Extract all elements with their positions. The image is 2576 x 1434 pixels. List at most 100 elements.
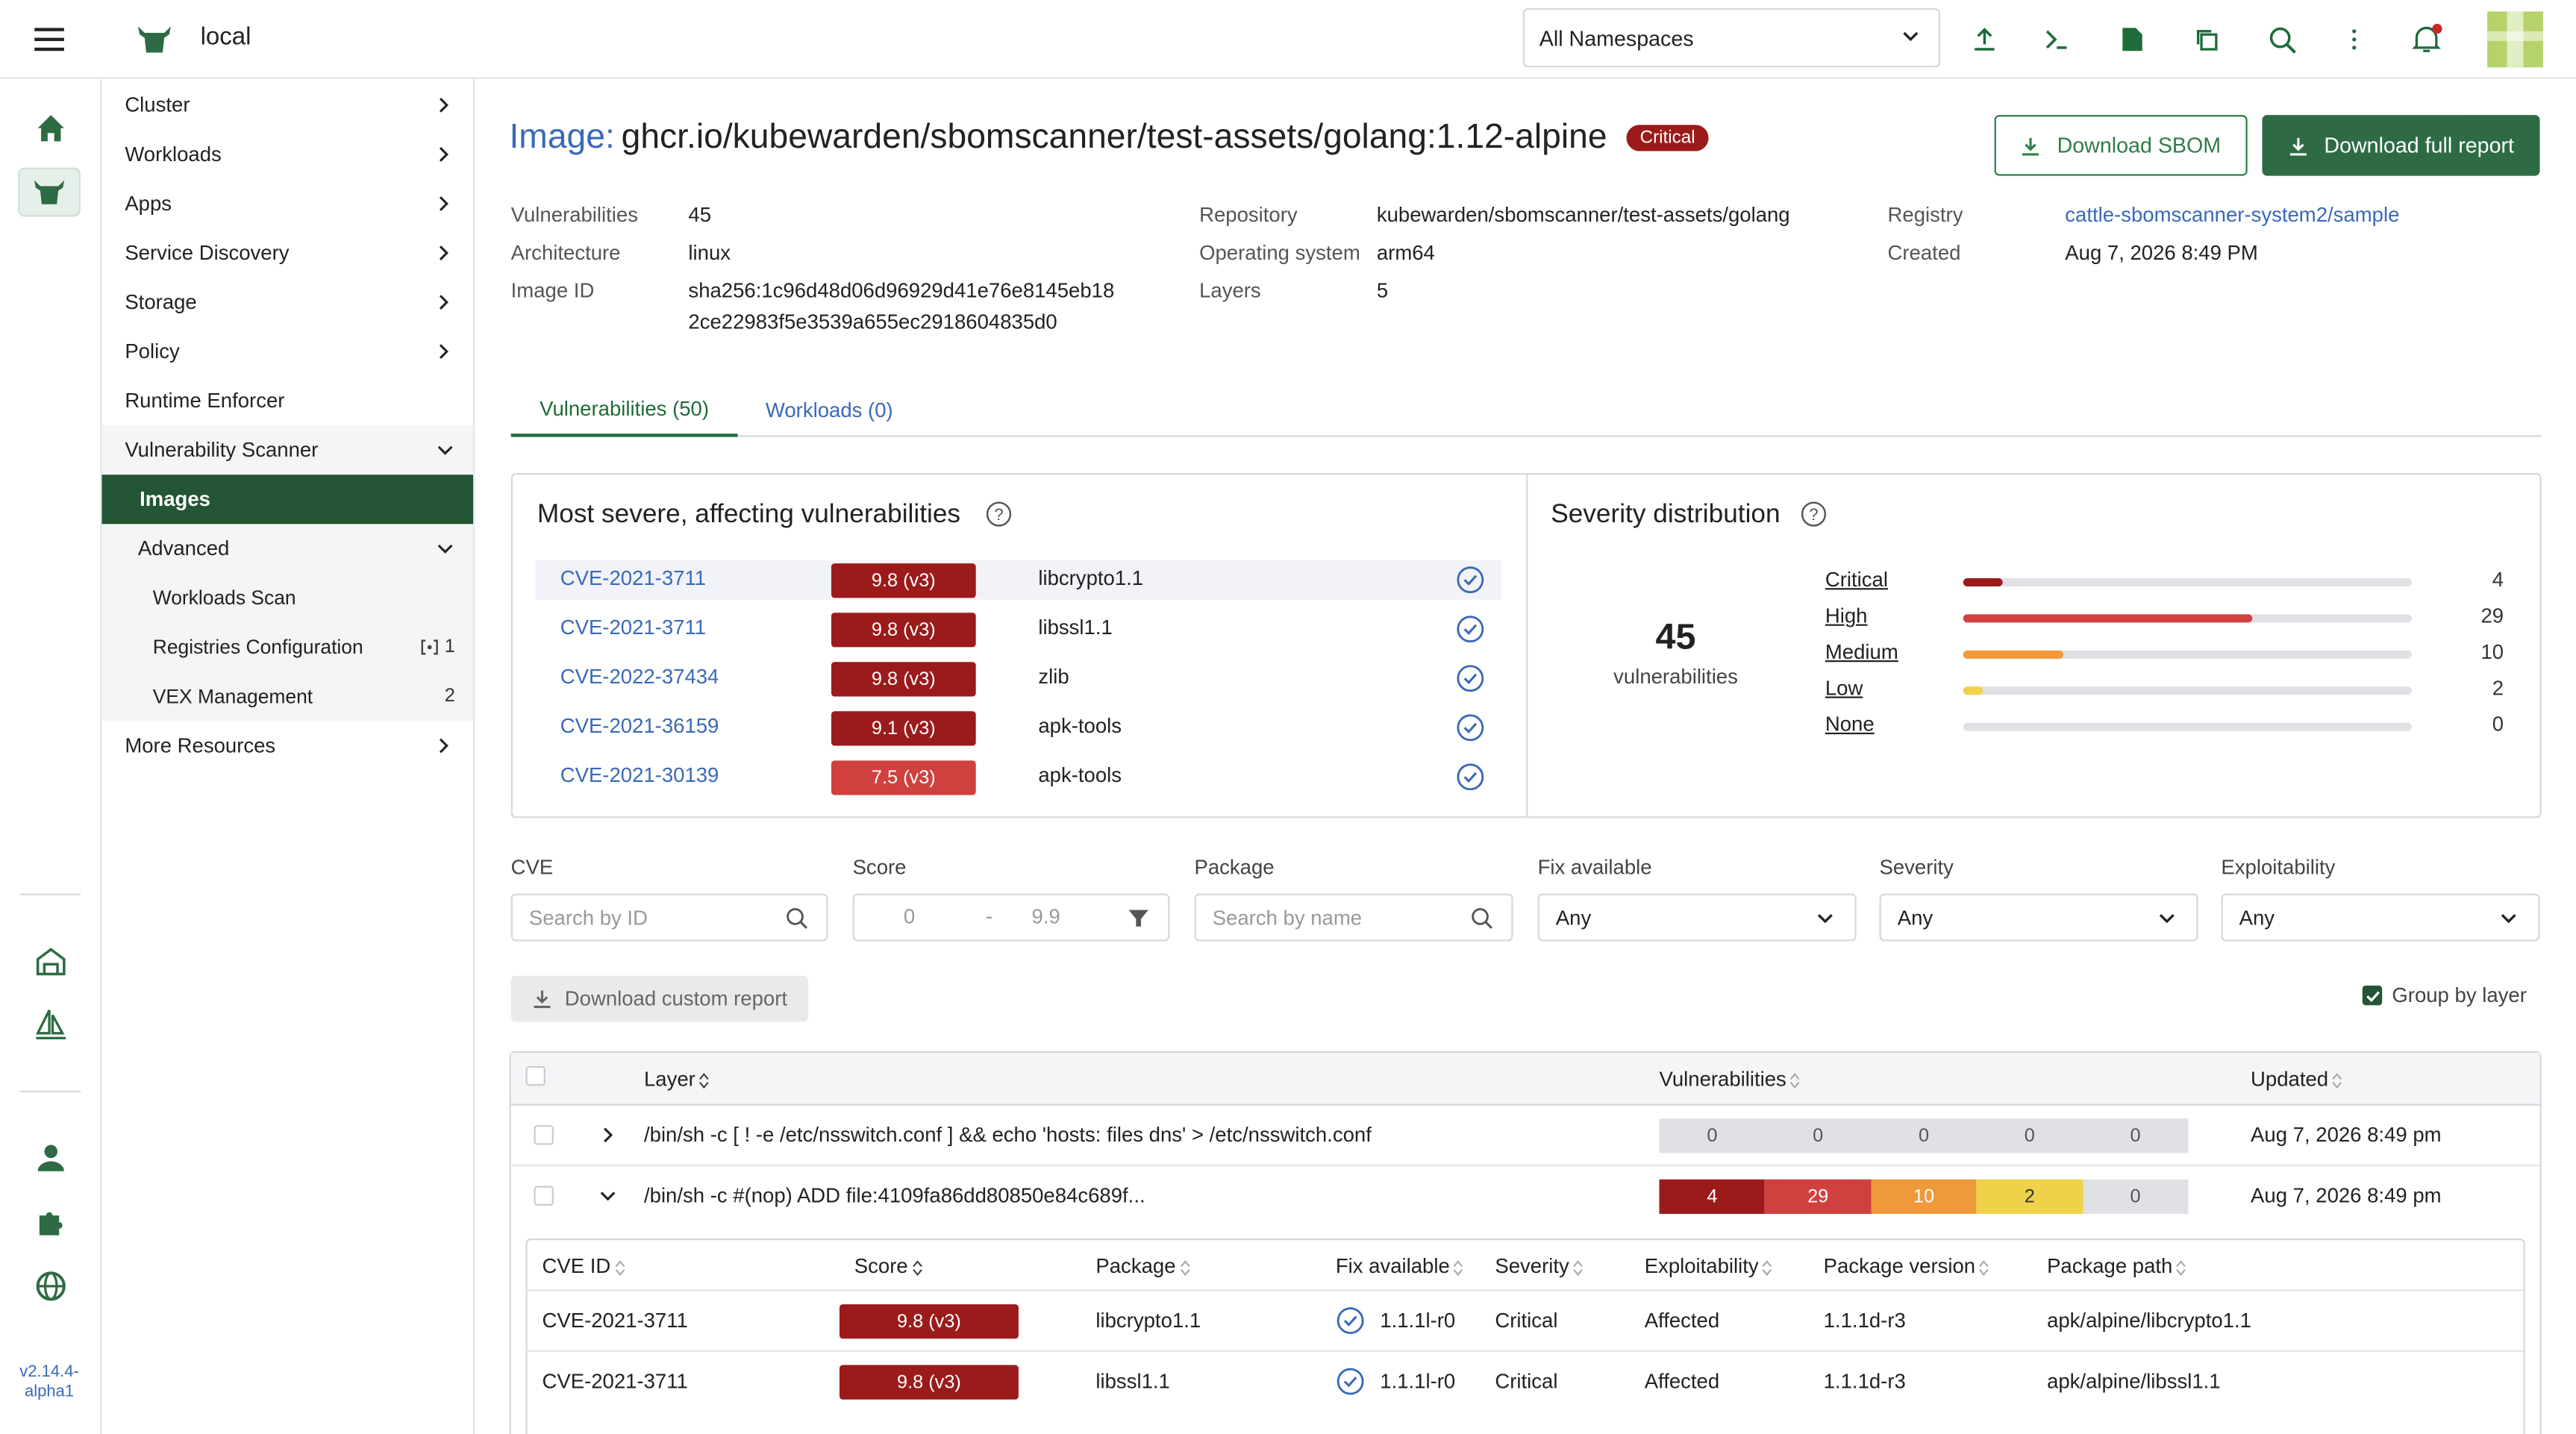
severity-bar	[1963, 577, 2412, 586]
severity-link-critical[interactable]: Critical	[1825, 569, 1888, 592]
severity-link-high[interactable]: High	[1825, 604, 1868, 627]
list-item[interactable]: CVE-2021-36159 9.1 (v3) apk-tools	[536, 708, 1501, 748]
header-vulnerabilities[interactable]: Vulnerabilities	[1660, 1068, 1801, 1091]
download-sbom-label: Download SBOM	[2057, 133, 2222, 158]
download-kubeconfig-button[interactable]	[2114, 22, 2150, 57]
sail-button[interactable]	[31, 1005, 71, 1045]
score-range-input[interactable]: 0 - 9.9	[852, 893, 1170, 942]
list-item[interactable]: CVE-2021-3711 9.8 (v3) libssl1.1	[536, 610, 1501, 649]
chevron-right-icon[interactable]	[600, 1127, 616, 1143]
header-fix-available[interactable]: Fix available	[1336, 1255, 1465, 1278]
nav-storage[interactable]: Storage	[101, 278, 473, 327]
row-checkbox[interactable]	[534, 1186, 554, 1206]
kubectl-shell-button[interactable]	[2039, 22, 2075, 57]
nav-more-resources[interactable]: More Resources	[101, 721, 473, 771]
users-button[interactable]	[31, 1139, 71, 1178]
chevron-down-icon	[1817, 914, 1833, 924]
header-severity[interactable]: Severity	[1495, 1255, 1584, 1278]
help-icon[interactable]: ?	[986, 501, 1012, 527]
select-all-checkbox[interactable]	[525, 1065, 545, 1086]
row-checkbox[interactable]	[534, 1125, 554, 1145]
cve-link[interactable]: CVE-2022-37434	[560, 666, 719, 689]
nav-service-discovery[interactable]: Service Discovery	[101, 228, 473, 278]
group-by-layer-checkbox[interactable]: Group by layer	[2362, 984, 2527, 1007]
severity-link-none[interactable]: None	[1825, 713, 1875, 736]
fix-available-select[interactable]: Any	[1537, 893, 1857, 942]
namespace-select[interactable]: All Namespaces	[1522, 8, 1940, 68]
vuln-count-segment: 29	[1765, 1179, 1872, 1214]
score-badge: 9.8 (v3)	[831, 662, 976, 697]
import-yaml-button[interactable]	[1966, 22, 2002, 57]
user-avatar[interactable]	[2487, 11, 2543, 68]
table-row[interactable]: CVE-2021-3711 9.8 (v3) libssl1.1 1.1.1l-r0 C…	[527, 1350, 2524, 1411]
nav-runtime-enforcer[interactable]: Runtime Enforcer	[101, 376, 473, 425]
package-search-input[interactable]: Search by name	[1194, 893, 1513, 942]
nav-images[interactable]: Images	[101, 475, 474, 525]
cve-link[interactable]: CVE-2021-3711	[560, 567, 706, 590]
nav-vex-management[interactable]: VEX Management 2	[101, 671, 473, 721]
chevron-down-icon[interactable]	[600, 1188, 616, 1204]
header-score[interactable]: Score	[854, 1255, 923, 1278]
severity-link-low[interactable]: Low	[1825, 677, 1863, 700]
exploitability-value: Affected	[1644, 1370, 1720, 1393]
header-layer[interactable]: Layer	[644, 1068, 710, 1091]
search-resources-button[interactable]	[2264, 22, 2300, 57]
filter-label: Score	[852, 856, 907, 879]
download-sbom-button[interactable]: Download SBOM	[1994, 115, 2248, 176]
nav-cluster[interactable]: Cluster	[101, 81, 473, 130]
nav-label: Storage	[125, 290, 197, 314]
cve-link[interactable]: CVE-2021-3711	[560, 616, 706, 639]
global-settings-button[interactable]	[31, 1266, 71, 1306]
nav-registries-configuration[interactable]: Registries Configuration 1	[101, 622, 473, 671]
list-item[interactable]: CVE-2021-30139 7.5 (v3) apk-tools	[536, 757, 1501, 797]
home-button[interactable]	[31, 108, 71, 148]
menu-button[interactable]	[0, 0, 99, 78]
meta-label: Architecture	[510, 241, 621, 265]
download-full-report-button[interactable]: Download full report	[2262, 115, 2540, 176]
help-icon[interactable]: ?	[1801, 501, 1827, 527]
table-row[interactable]: /bin/sh -c [ ! -e /etc/nsswitch.conf ] &…	[510, 1106, 2540, 1167]
header-cve-id[interactable]: CVE ID	[542, 1255, 625, 1278]
globe-icon	[36, 1271, 66, 1301]
sort-icon	[615, 1259, 625, 1276]
list-item[interactable]: CVE-2022-37434 9.8 (v3) zlib	[536, 659, 1501, 698]
nav-apps[interactable]: Apps	[101, 179, 473, 228]
nav-workloads-scan[interactable]: Workloads Scan	[101, 573, 473, 622]
package-name: apk-tools	[1038, 714, 1122, 738]
nav-workloads[interactable]: Workloads	[101, 130, 473, 179]
score-min[interactable]: 0	[904, 905, 915, 928]
header-exploitability[interactable]: Exploitability	[1645, 1255, 1774, 1278]
header-package-path[interactable]: Package path	[2047, 1255, 2187, 1278]
download-custom-report-button[interactable]: Download custom report	[510, 975, 809, 1022]
nav-vulnerability-scanner[interactable]: Vulnerability Scanner	[101, 425, 473, 475]
header-package-version[interactable]: Package version	[1824, 1255, 1990, 1278]
cve-link[interactable]: CVE-2021-3711	[542, 1309, 687, 1333]
header-package[interactable]: Package	[1095, 1255, 1190, 1278]
cve-link[interactable]: CVE-2021-3711	[542, 1370, 687, 1393]
header-updated[interactable]: Updated	[2251, 1068, 2343, 1091]
more-actions-button[interactable]	[2336, 22, 2372, 57]
copy-kubeconfig-button[interactable]	[2188, 22, 2224, 57]
version-label[interactable]: v2.14.4-alpha1	[0, 1363, 99, 1403]
score-max[interactable]: 9.9	[1032, 905, 1060, 928]
nav-advanced[interactable]: Advanced	[101, 524, 473, 573]
tab-vulnerabilities[interactable]: Vulnerabilities (50)	[510, 384, 738, 437]
table-row[interactable]: /bin/sh -c #(nop) ADD file:4109fa86dd808…	[511, 1166, 2540, 1229]
severity-link-medium[interactable]: Medium	[1825, 641, 1898, 664]
notifications-button[interactable]	[2408, 22, 2444, 57]
nav-policy[interactable]: Policy	[101, 327, 473, 376]
meta-registry-link[interactable]: cattle-sbomscanner-system2/sample	[2065, 204, 2399, 227]
cve-link[interactable]: CVE-2021-30139	[560, 764, 719, 787]
cve-link[interactable]: CVE-2021-36159	[560, 715, 719, 738]
extensions-button[interactable]	[31, 1203, 71, 1242]
list-item[interactable]: CVE-2021-3711 9.8 (v3) libcrypto1.1	[535, 560, 1502, 600]
main-content: Image: ghcr.io/kubewarden/sbomscanner/te…	[475, 79, 2576, 1434]
sort-icon	[1979, 1259, 1989, 1276]
cve-search-input[interactable]: Search by ID	[510, 893, 828, 942]
exploitability-select[interactable]: Any	[2221, 893, 2540, 942]
nav-label: VEX Management	[152, 685, 313, 708]
tab-workloads[interactable]: Workloads (0)	[766, 384, 893, 436]
table-row[interactable]: CVE-2021-3711 9.8 (v3) libcrypto1.1 1.1.1l-…	[527, 1289, 2524, 1350]
severity-select[interactable]: Any	[1879, 893, 2198, 942]
fleet-button[interactable]	[31, 942, 71, 981]
